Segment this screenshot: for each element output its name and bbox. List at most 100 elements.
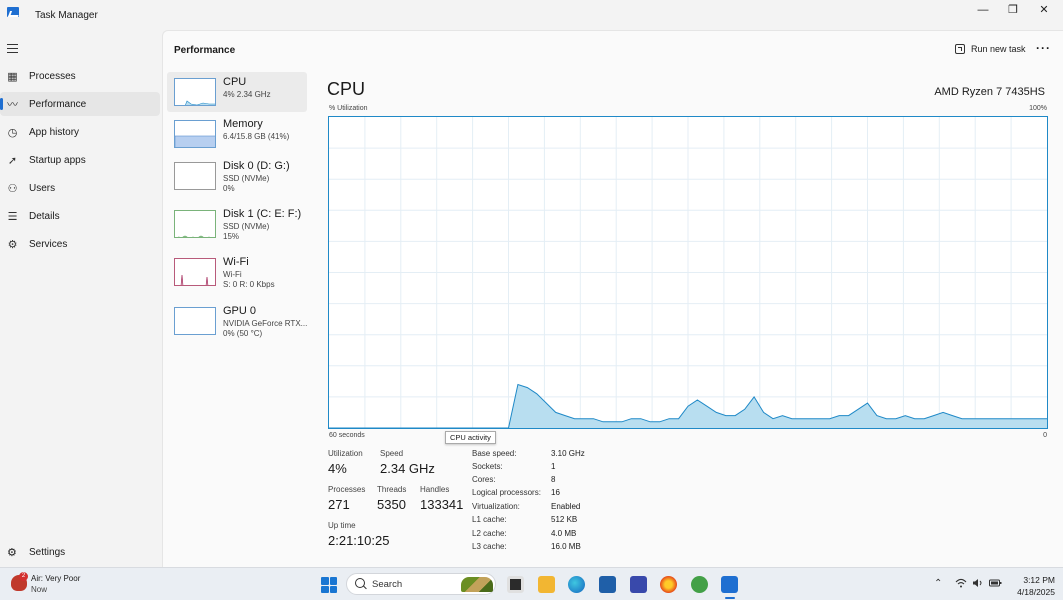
device-wifi[interactable]: Wi-Fi Wi-Fi S: 0 R: 0 Kbps bbox=[167, 252, 307, 292]
nav-item-label: Details bbox=[29, 210, 60, 222]
nav-item-app-history[interactable]: ◷ App history bbox=[0, 120, 160, 144]
handles-value: 133341 bbox=[420, 497, 464, 512]
file-explorer-icon[interactable] bbox=[538, 576, 555, 593]
detail-title: CPU bbox=[327, 79, 366, 99]
clock-time: 3:12 PM bbox=[1023, 575, 1055, 585]
spec-label: L1 cache: bbox=[472, 515, 507, 524]
hamburger-menu-icon[interactable] bbox=[7, 44, 18, 53]
nav-item-label: App history bbox=[29, 126, 80, 138]
more-options-button[interactable]: ··· bbox=[1036, 41, 1051, 55]
run-new-task-button[interactable]: Run new task bbox=[951, 42, 1030, 56]
store-icon[interactable] bbox=[599, 576, 616, 593]
nav-item-performance[interactable]: 〰 Performance bbox=[0, 92, 160, 116]
nav-item-label: Processes bbox=[29, 70, 76, 82]
wifi-icon[interactable] bbox=[955, 578, 967, 588]
settings-label: Settings bbox=[29, 547, 66, 558]
taskbar-search[interactable]: Search bbox=[346, 573, 496, 595]
axis-label-utilization: % Utilization bbox=[329, 105, 368, 112]
device-detail: NVIDIA GeForce RTX... bbox=[223, 319, 308, 328]
spec-value: 512 KB bbox=[551, 515, 578, 524]
volume-icon[interactable] bbox=[972, 578, 984, 588]
device-memory[interactable]: Memory 6.4/15.8 GB (41%) bbox=[167, 114, 307, 154]
processes-label: Processes bbox=[328, 485, 366, 494]
nav-item-details[interactable]: ☰ Details bbox=[0, 204, 160, 228]
search-highlight-image bbox=[461, 577, 493, 592]
disk-0-thumbnail bbox=[174, 162, 216, 190]
nav-item-processes[interactable]: ▦ Processes bbox=[0, 64, 160, 88]
device-detail: Wi-Fi bbox=[223, 270, 242, 279]
nav-item-label: Services bbox=[29, 238, 68, 250]
task-view-icon[interactable] bbox=[507, 576, 524, 593]
device-name: Wi-Fi bbox=[223, 256, 249, 268]
handles-label: Handles bbox=[420, 485, 450, 494]
axis-label-max: 100% bbox=[1029, 105, 1047, 112]
nav-item-services[interactable]: ⚙ Services bbox=[0, 232, 160, 256]
system-clock[interactable]: 3:12 PM 4/18/2025 bbox=[1005, 574, 1055, 598]
device-detail: 4% 2.34 GHz bbox=[223, 90, 271, 99]
performance-icon: 〰 bbox=[7, 99, 18, 111]
spec-label: L3 cache: bbox=[472, 542, 507, 551]
device-name: GPU 0 bbox=[223, 305, 257, 317]
edge-browser-icon[interactable] bbox=[568, 576, 585, 593]
settings-icon: ⚙ bbox=[7, 547, 17, 559]
notification-badge: 2 bbox=[19, 572, 28, 581]
run-new-task-label: Run new task bbox=[971, 44, 1026, 54]
maximize-button[interactable]: ❐ bbox=[999, 3, 1027, 19]
nav-item-startup-apps[interactable]: ➚ Startup apps bbox=[0, 148, 160, 172]
window-title: Task Manager bbox=[35, 10, 98, 21]
device-gpu-0[interactable]: GPU 0 NVIDIA GeForce RTX... 0% (50 °C) bbox=[167, 301, 307, 341]
task-manager-icon bbox=[7, 7, 19, 17]
disk-1-thumbnail bbox=[174, 210, 216, 238]
cpu-utilization-graph[interactable] bbox=[328, 116, 1048, 429]
device-detail: SSD (NVMe) bbox=[223, 222, 270, 231]
spec-value: Enabled bbox=[551, 502, 581, 511]
search-placeholder: Search bbox=[372, 579, 403, 590]
utorrent-icon[interactable] bbox=[691, 576, 708, 593]
task-manager-taskbar-icon[interactable] bbox=[721, 576, 738, 599]
device-usage: 0% bbox=[223, 184, 235, 193]
spec-label: Cores: bbox=[472, 475, 496, 484]
speed-label: Speed bbox=[380, 449, 404, 458]
threads-label: Threads bbox=[377, 485, 407, 494]
wifi-thumbnail bbox=[174, 258, 216, 286]
battery-icon[interactable] bbox=[989, 578, 1002, 588]
processes-value: 271 bbox=[328, 497, 350, 512]
weather-title: Air: Very Poor bbox=[31, 574, 81, 583]
graph-tooltip: CPU activity bbox=[445, 431, 496, 444]
app-icon-m[interactable] bbox=[630, 576, 647, 593]
close-button[interactable]: ✕ bbox=[1030, 3, 1058, 19]
spec-value: 16 bbox=[551, 488, 560, 497]
device-name: CPU bbox=[223, 76, 247, 88]
utilization-value: 4% bbox=[328, 461, 347, 476]
cpu-model: AMD Ryzen 7 7435HS bbox=[934, 86, 1045, 98]
minimize-button[interactable]: — bbox=[969, 3, 997, 19]
nav-item-label: Users bbox=[29, 182, 56, 194]
uptime-label: Up time bbox=[328, 521, 356, 530]
cpu-graph-svg bbox=[329, 117, 1047, 429]
speed-value: 2.34 GHz bbox=[380, 461, 435, 476]
uptime-value: 2:21:10:25 bbox=[328, 533, 390, 548]
show-hidden-icons[interactable]: ⌃ bbox=[934, 578, 942, 589]
title-bar: Task Manager — ❐ ✕ bbox=[0, 0, 1063, 30]
device-usage: 0% (50 °C) bbox=[223, 329, 263, 338]
sidebar: ▦ Processes 〰 Performance ◷ App history … bbox=[0, 30, 162, 567]
device-detail: 6.4/15.8 GB (41%) bbox=[223, 132, 290, 141]
spec-label: L2 cache: bbox=[472, 529, 507, 538]
details-icon: ☰ bbox=[7, 210, 18, 223]
nav-item-settings[interactable]: ⚙ Settings bbox=[0, 543, 160, 563]
users-icon: ⚇ bbox=[7, 182, 18, 195]
device-cpu[interactable]: CPU 4% 2.34 GHz bbox=[167, 72, 307, 112]
nav-item-users[interactable]: ⚇ Users bbox=[0, 176, 160, 200]
device-disk-0[interactable]: Disk 0 (D: G:) SSD (NVMe) 0% bbox=[167, 156, 307, 196]
spec-label: Sockets: bbox=[472, 462, 503, 471]
device-usage: S: 0 R: 0 Kbps bbox=[223, 280, 275, 289]
device-disk-1[interactable]: Disk 1 (C: E: F:) SSD (NVMe) 15% bbox=[167, 204, 307, 244]
device-name: Disk 1 (C: E: F:) bbox=[223, 208, 302, 220]
firefox-icon[interactable] bbox=[660, 576, 677, 593]
processes-icon: ▦ bbox=[7, 70, 18, 83]
page-title: Performance bbox=[174, 45, 236, 56]
spec-value: 1 bbox=[551, 462, 556, 471]
windows-start-icon[interactable] bbox=[321, 577, 337, 593]
weather-subtitle: Now bbox=[31, 585, 48, 594]
device-name: Disk 0 (D: G:) bbox=[223, 160, 290, 172]
